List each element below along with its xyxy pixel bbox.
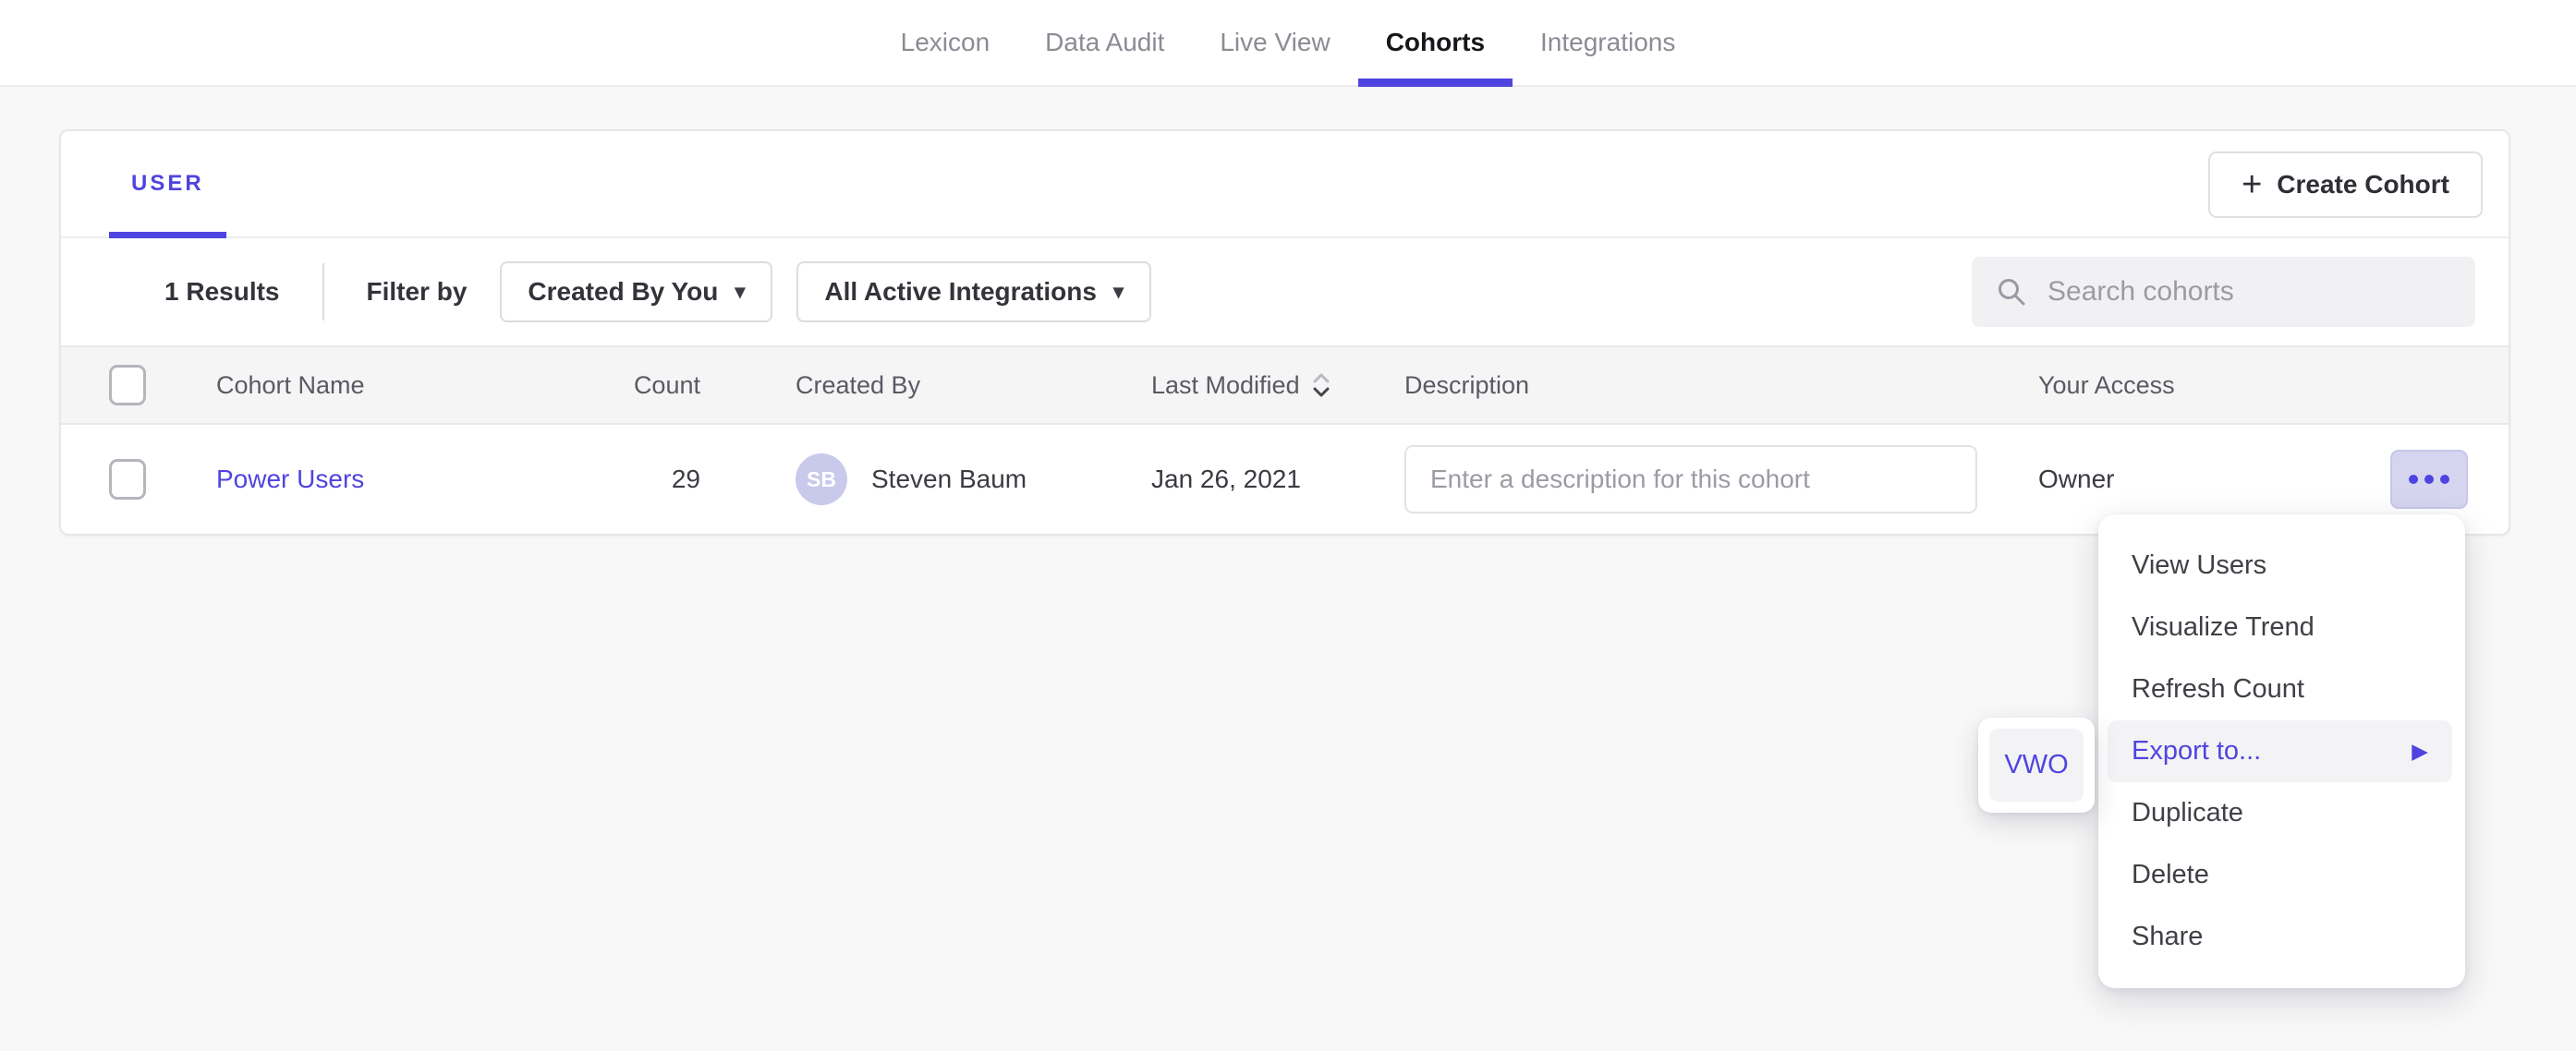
cohort-name-link[interactable]: Power Users <box>216 465 364 493</box>
avatar: SB <box>796 453 847 505</box>
more-icon <box>2440 475 2449 484</box>
plus-icon: + <box>2242 167 2262 202</box>
menu-item-export-to[interactable]: Export to... ▶ <box>2108 720 2452 782</box>
chevron-down-icon: ▾ <box>1113 280 1124 304</box>
create-cohort-button[interactable]: + Create Cohort <box>2208 151 2483 218</box>
divider <box>322 263 324 320</box>
menu-item-refresh-count[interactable]: Refresh Count <box>2098 658 2465 720</box>
menu-item-duplicate[interactable]: Duplicate <box>2098 782 2465 844</box>
column-header-count[interactable]: Count <box>615 371 745 400</box>
search-cohorts-box[interactable] <box>1972 257 2475 327</box>
more-actions-button[interactable] <box>2390 450 2468 509</box>
results-count: 1 Results <box>164 277 280 307</box>
nav-tab-cohorts[interactable]: Cohorts <box>1358 0 1513 85</box>
search-cohorts-input[interactable] <box>2047 276 2451 308</box>
column-header-cohort-name[interactable]: Cohort Name <box>200 371 615 400</box>
select-all-checkbox[interactable] <box>109 365 146 405</box>
column-header-your-access[interactable]: Your Access <box>2038 371 2370 400</box>
nav-tab-integrations[interactable]: Integrations <box>1513 0 1703 85</box>
menu-item-delete[interactable]: Delete <box>2098 844 2465 906</box>
tab-user[interactable]: USER <box>109 131 226 236</box>
created-by-dropdown[interactable]: Created By You ▾ <box>500 261 772 322</box>
more-icon <box>2424 475 2434 484</box>
more-icon <box>2409 475 2418 484</box>
created-by-dropdown-value: Created By You <box>528 277 718 307</box>
column-header-created-by[interactable]: Created By <box>745 371 1114 400</box>
menu-item-view-users[interactable]: View Users <box>2098 535 2465 597</box>
filter-row: 1 Results Filter by Created By You ▾ All… <box>61 238 2509 345</box>
table-header: Cohort Name Count Created By Last Modifi… <box>61 345 2509 425</box>
access-level: Owner <box>2038 465 2370 494</box>
nav-tab-live-view[interactable]: Live View <box>1192 0 1357 85</box>
row-checkbox[interactable] <box>109 459 146 500</box>
integrations-dropdown[interactable]: All Active Integrations ▾ <box>796 261 1151 322</box>
chevron-down-icon: ▾ <box>735 280 745 304</box>
cohorts-panel: USER + Create Cohort 1 Results Filter by… <box>59 129 2510 536</box>
submenu-item-vwo[interactable]: VWO <box>1989 729 2084 802</box>
menu-item-visualize-trend[interactable]: Visualize Trend <box>2098 597 2465 658</box>
panel-tab-row: USER + Create Cohort <box>61 131 2509 238</box>
export-submenu: VWO <box>1978 718 2095 813</box>
row-context-menu: View Users Visualize Trend Refresh Count… <box>2098 514 2465 988</box>
column-header-description[interactable]: Description <box>1391 371 2038 400</box>
column-header-last-modified[interactable]: Last Modified <box>1114 370 1391 400</box>
created-by-name: Steven Baum <box>871 465 1027 494</box>
nav-tab-data-audit[interactable]: Data Audit <box>1017 0 1192 85</box>
filter-by-label: Filter by <box>367 277 468 307</box>
top-nav: Lexicon Data Audit Live View Cohorts Int… <box>0 0 2576 87</box>
description-input[interactable] <box>1404 445 1977 513</box>
last-modified-date: Jan 26, 2021 <box>1114 465 1391 494</box>
search-icon <box>1996 276 2027 308</box>
cohort-count: 29 <box>615 465 745 494</box>
menu-item-share[interactable]: Share <box>2098 906 2465 968</box>
submenu-arrow-icon: ▶ <box>2412 739 2428 764</box>
create-cohort-label: Create Cohort <box>2277 170 2449 199</box>
nav-tab-lexicon[interactable]: Lexicon <box>873 0 1018 85</box>
sort-icon[interactable] <box>1311 370 1331 400</box>
integrations-dropdown-value: All Active Integrations <box>824 277 1097 307</box>
